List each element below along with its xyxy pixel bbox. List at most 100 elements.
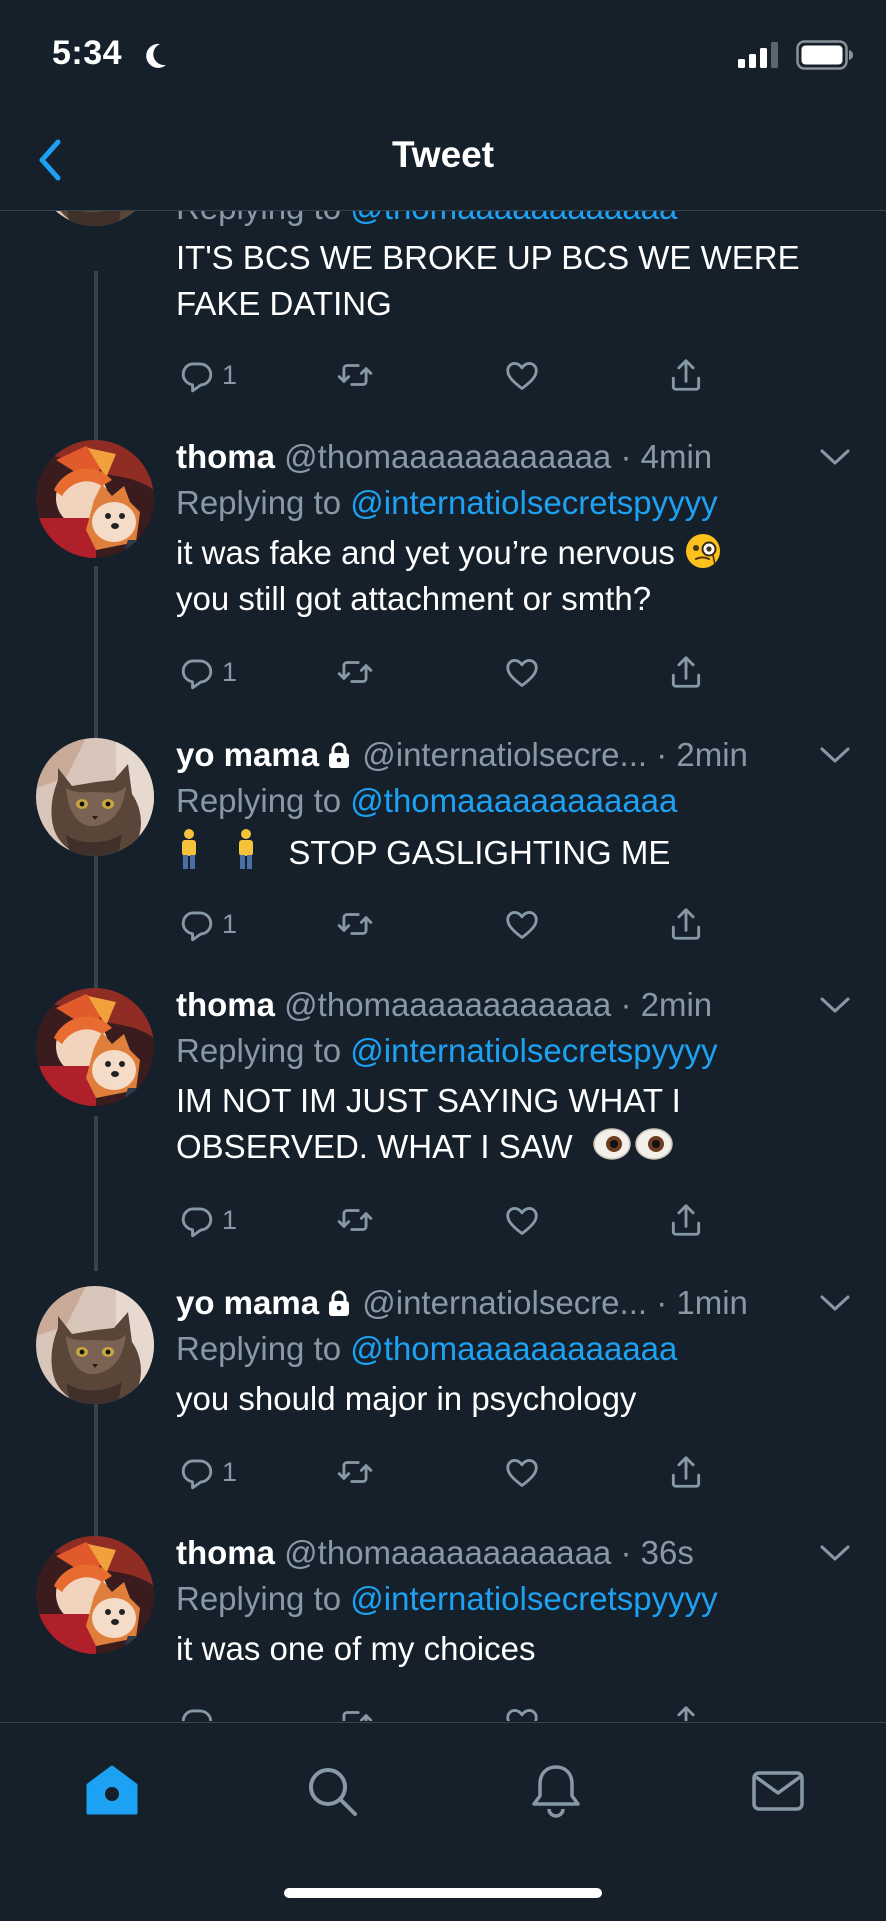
timestamp: · 4min — [620, 438, 713, 475]
display-name[interactable]: yo mama — [176, 1284, 319, 1321]
tweet-header: thoma @thomaaaaaaaaaaaa · 36s — [176, 1534, 694, 1572]
share-icon — [667, 356, 705, 394]
username[interactable]: @thomaaaaaaaaaaaa — [284, 986, 611, 1023]
mention-link[interactable]: @thomaaaaaaaaaaaa — [350, 211, 677, 226]
moon-icon — [146, 43, 166, 68]
mention-link[interactable]: @internatiolsecretspyyyy — [350, 484, 717, 521]
like-button[interactable] — [503, 902, 541, 946]
tweet[interactable]: thoma @thomaaaaaaaaaaaa · 36s Replying t… — [0, 1524, 886, 1721]
tweet-actions: 1 — [176, 1450, 736, 1494]
share-button[interactable] — [667, 1700, 705, 1721]
avatar[interactable] — [36, 1286, 154, 1404]
like-button[interactable] — [503, 1450, 541, 1494]
replying-to: Replying to @thomaaaaaaaaaaaa — [176, 782, 678, 819]
chevron-down-icon[interactable] — [818, 994, 852, 1016]
avatar[interactable] — [36, 1536, 154, 1654]
retweet-icon — [336, 1453, 374, 1491]
display-name[interactable]: thoma — [176, 438, 275, 475]
retweet-button[interactable] — [336, 902, 374, 946]
home-indicator[interactable] — [284, 1888, 602, 1898]
retweet-button[interactable] — [336, 1450, 374, 1494]
home-icon[interactable] — [82, 1761, 142, 1821]
reply-button[interactable]: 1 — [178, 902, 237, 946]
retweet-button[interactable] — [336, 1198, 374, 1242]
display-name[interactable]: thoma — [176, 1534, 275, 1571]
clock: 5:34 — [52, 34, 123, 72]
display-name[interactable]: thoma — [176, 986, 275, 1023]
mention-link[interactable]: @internatiolsecretspyyyy — [350, 1580, 717, 1617]
tweet[interactable]: yo mama @internatiolsecre... · 2min Repl… — [0, 726, 886, 976]
share-button[interactable] — [667, 650, 705, 694]
like-button[interactable] — [503, 1198, 541, 1242]
share-button[interactable] — [667, 902, 705, 946]
heart-icon — [503, 1201, 541, 1239]
mention-link[interactable]: @thomaaaaaaaaaaaa — [350, 782, 677, 819]
share-button[interactable] — [667, 1450, 705, 1494]
share-icon — [667, 1201, 705, 1239]
reply-button[interactable]: 1 — [178, 353, 237, 397]
username[interactable]: @thomaaaaaaaaaaaa — [284, 438, 611, 475]
tweet-text: you should major in psychology — [176, 1380, 637, 1417]
status-bar: 5:34 — [0, 0, 886, 110]
share-icon — [667, 1453, 705, 1491]
retweet-button[interactable] — [336, 650, 374, 694]
reply-count: 1 — [222, 1456, 238, 1487]
tweet[interactable]: yo mama @internatiolsecre... · 1min Repl… — [0, 1274, 886, 1524]
timestamp: · 1min — [656, 1284, 748, 1321]
reply-button[interactable]: 1 — [178, 650, 237, 694]
search-icon[interactable] — [302, 1761, 362, 1821]
chevron-down-icon[interactable] — [818, 1292, 852, 1314]
chevron-down-icon[interactable] — [818, 1542, 852, 1564]
reply-button[interactable]: 1 — [178, 1450, 237, 1494]
mail-icon[interactable] — [748, 1761, 808, 1821]
mention-link[interactable]: @thomaaaaaaaaaaaa — [350, 1330, 677, 1367]
username[interactable]: @thomaaaaaaaaaaaa — [284, 1534, 611, 1571]
like-button[interactable] — [503, 1700, 541, 1721]
retweet-icon — [336, 356, 374, 394]
reply-count: 1 — [222, 908, 238, 939]
monocle-face-emoji — [686, 534, 721, 568]
heart-icon — [503, 1703, 541, 1721]
battery-icon — [796, 40, 853, 70]
retweet-button[interactable] — [336, 353, 374, 397]
retweet-button[interactable] — [336, 1700, 374, 1721]
avatar[interactable] — [36, 440, 154, 558]
tweet-actions: 1 — [176, 353, 736, 397]
reply-button[interactable]: 1 — [178, 1198, 237, 1242]
tweet-text: IM NOT IM JUST SAYING WHAT I OBSERVED. W… — [176, 1082, 681, 1165]
avatar[interactable] — [36, 988, 154, 1106]
share-button[interactable] — [667, 1198, 705, 1242]
thread-content: Replying to @thomaaaaaaaaaaaa IT'S BCS W… — [0, 211, 886, 1721]
display-name[interactable]: yo mama — [176, 736, 319, 773]
avatar[interactable] — [36, 211, 154, 226]
tweet[interactable]: thoma @thomaaaaaaaaaaaa · 2min Replying … — [0, 976, 886, 1266]
lock-icon — [325, 741, 353, 769]
reply-count: 1 — [222, 1204, 238, 1235]
chevron-down-icon[interactable] — [818, 744, 852, 766]
share-button[interactable] — [667, 353, 705, 397]
bell-icon[interactable] — [526, 1761, 586, 1821]
reply-icon — [178, 905, 216, 943]
tweet-text: IT'S BCS WE BROKE UP BCS WE WERE FAKE DA… — [176, 239, 800, 322]
tweet-header: thoma @thomaaaaaaaaaaaa · 2min — [176, 986, 712, 1024]
heart-icon — [503, 1453, 541, 1491]
lock-icon — [325, 1289, 353, 1317]
tweet[interactable]: thoma @thomaaaaaaaaaaaa · 4min Replying … — [0, 428, 886, 718]
like-button[interactable] — [503, 650, 541, 694]
reply-count: 1 — [222, 359, 238, 390]
retweet-icon — [336, 1703, 374, 1721]
reply-icon — [178, 1201, 216, 1239]
reply-button[interactable] — [178, 1700, 216, 1721]
username[interactable]: @internatiolsecre... — [362, 1284, 647, 1321]
replying-to: Replying to @thomaaaaaaaaaaaa — [176, 1330, 678, 1367]
tweet[interactable]: Replying to @thomaaaaaaaaaaaa IT'S BCS W… — [0, 211, 886, 453]
retweet-icon — [336, 653, 374, 691]
chevron-down-icon[interactable] — [818, 446, 852, 468]
tweet-header: yo mama @internatiolsecre... · 2min — [176, 736, 748, 774]
share-icon — [667, 1703, 705, 1721]
mention-link[interactable]: @internatiolsecretspyyyy — [350, 1032, 717, 1069]
like-button[interactable] — [503, 353, 541, 397]
avatar[interactable] — [36, 738, 154, 856]
reply-icon — [178, 653, 216, 691]
username[interactable]: @internatiolsecre... — [362, 736, 647, 773]
